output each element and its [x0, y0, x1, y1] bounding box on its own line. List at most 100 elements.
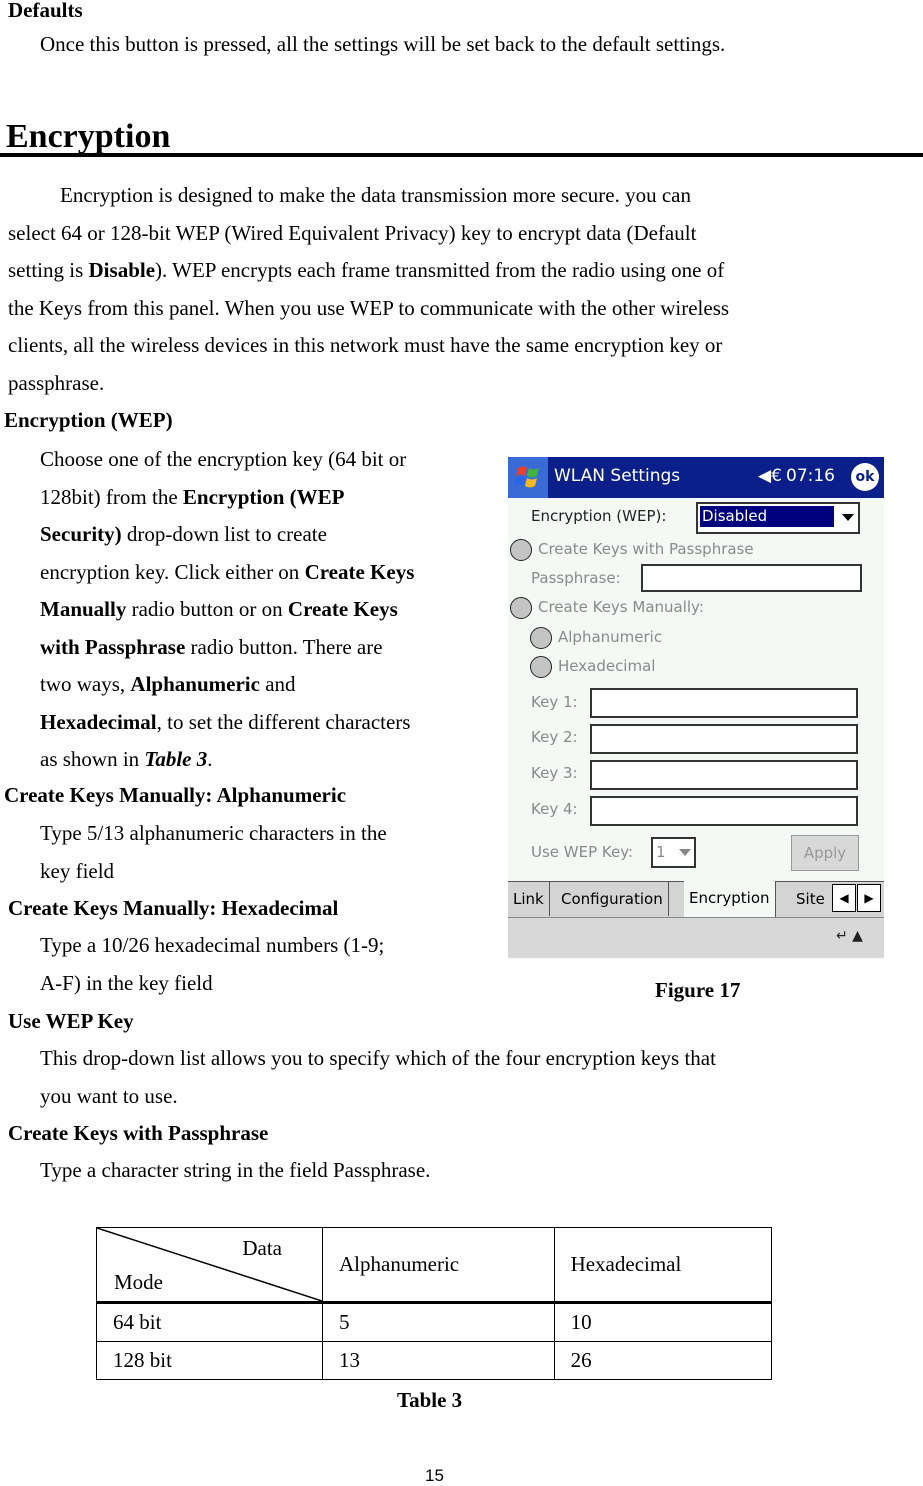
- intro-text: setting is: [8, 258, 89, 282]
- encryption-wep-label: Encryption (WEP):: [531, 507, 667, 525]
- table-reference: Table 3: [144, 747, 208, 771]
- table-header-row: Data Mode Alphanumeric Hexadecimal: [96, 1227, 773, 1304]
- corner-label-data: Data: [242, 1236, 282, 1260]
- title-bar: WLAN Settings ◀€ 07:16 ok: [508, 457, 884, 498]
- wep-line: Security) drop-down list to create: [40, 516, 500, 554]
- section-heading-encryption: Encryption: [6, 118, 171, 155]
- usekey-heading: Use WEP Key: [8, 1009, 134, 1033]
- key-2-input[interactable]: [590, 724, 858, 754]
- wep-description: Choose one of the encryption key (64 bit…: [40, 441, 500, 779]
- bold-text: Create Keys: [304, 559, 415, 584]
- radio-hexadecimal-label: Hexadecimal: [558, 657, 656, 675]
- text: radio button. There are: [185, 634, 383, 659]
- radio-create-keys-manually-label: Create Keys Manually:: [538, 598, 704, 616]
- hex-line: A-F) in the key field: [40, 970, 213, 995]
- tab-encryption[interactable]: Encryption: [684, 881, 776, 917]
- defaults-text: Once this button is pressed, all the set…: [40, 32, 726, 56]
- passphrase-heading: Create Keys with Passphrase: [8, 1121, 269, 1145]
- tab-scroll-left-icon[interactable]: ◀: [832, 884, 856, 912]
- text: as shown in: [40, 747, 145, 771]
- table-row: 64 bit 5 10: [96, 1302, 773, 1342]
- text: two ways,: [40, 672, 131, 696]
- text: , to set the different characters: [156, 709, 411, 734]
- wep-line: with Passphrase radio button. There are: [40, 629, 500, 667]
- hex-line: Type a 10/26 hexadecimal numbers (1-9;: [40, 933, 385, 957]
- clock[interactable]: 07:16: [786, 466, 835, 486]
- key-1-input[interactable]: [590, 688, 858, 718]
- radio-hexadecimal[interactable]: [530, 656, 552, 678]
- key-4-input[interactable]: [590, 796, 858, 826]
- intro-line: setting is Disable). WEP encrypts each f…: [8, 252, 908, 290]
- radio-alphanumeric[interactable]: [530, 627, 552, 649]
- bold-text: with Passphrase: [40, 634, 186, 659]
- wep-line: Manually radio button or on Create Keys: [40, 591, 500, 629]
- hex-description: Type a 10/26 hexadecimal numbers (1-9; A…: [40, 927, 384, 1002]
- tab-scroll-right-icon[interactable]: ▶: [857, 884, 881, 912]
- encryption-wep-value: Disabled: [700, 506, 834, 527]
- text: encryption key. Click either on: [40, 559, 305, 584]
- intro-line: Encryption is designed to make the data …: [60, 183, 691, 207]
- encryption-wep-dropdown[interactable]: Disabled: [696, 502, 860, 534]
- cell-alphanumeric: 5: [322, 1302, 555, 1342]
- table-caption: Table 3: [397, 1388, 463, 1412]
- cell-alphanumeric: 13: [322, 1341, 555, 1380]
- start-button[interactable]: [508, 457, 548, 498]
- ok-button[interactable]: ok: [851, 463, 879, 491]
- tab-bar: Link Configuration Encryption Site ◀ ▶: [508, 881, 884, 918]
- text: drop-down list to create: [121, 522, 327, 546]
- bold-text: Manually: [40, 597, 127, 621]
- bold-text: Encryption (WEP: [182, 484, 345, 509]
- radio-create-keys-passphrase-label: Create Keys with Passphrase: [538, 540, 754, 558]
- usekey-line: you want to use.: [40, 1083, 178, 1108]
- cell-mode: 64 bit: [96, 1302, 323, 1342]
- wep-line: as shown in Table 3.: [40, 741, 500, 779]
- use-wep-key-dropdown[interactable]: 1: [651, 837, 696, 868]
- column-header: Alphanumeric: [322, 1227, 555, 1304]
- defaults-heading: Defaults: [8, 0, 83, 22]
- intro-line: clients, all the wireless devices in thi…: [8, 333, 723, 357]
- passphrase-input[interactable]: [641, 564, 862, 592]
- intro-line: select 64 or 128-bit WEP (Wired Equivale…: [8, 220, 697, 245]
- heading-rule: [0, 153, 923, 157]
- wep-line: encryption key. Click either on Create K…: [40, 554, 500, 592]
- radio-create-keys-manually[interactable]: [510, 597, 532, 619]
- cell-hexadecimal: 26: [553, 1341, 773, 1380]
- page-number: 15: [425, 1466, 444, 1485]
- bold-text: Create Keys: [287, 597, 398, 621]
- menu-bar: ↵ ▲: [508, 917, 884, 958]
- wep-line: Hexadecimal, to set the different charac…: [40, 704, 500, 742]
- tab-configuration[interactable]: Configuration: [556, 882, 669, 916]
- wep-heading: Encryption (WEP): [4, 408, 173, 432]
- wlan-settings-screenshot: WLAN Settings ◀€ 07:16 ok Encryption (WE…: [508, 457, 884, 959]
- cell-mode: 128 bit: [96, 1341, 323, 1380]
- intro-bold-disable: Disable: [88, 258, 156, 282]
- table-row: 128 bit 13 26: [96, 1341, 773, 1380]
- key-1-label: Key 1:: [531, 693, 578, 711]
- figure-caption: Figure 17: [655, 978, 741, 1002]
- bold-text: Alphanumeric: [130, 672, 260, 696]
- usekey-line: This drop-down list allows you to specif…: [40, 1046, 716, 1070]
- wep-line: two ways, Alphanumeric and: [40, 666, 500, 704]
- hex-heading: Create Keys Manually: Hexadecimal: [8, 896, 339, 920]
- key-3-input[interactable]: [590, 760, 858, 790]
- alpha-line: key field: [40, 858, 115, 883]
- alpha-description: Type 5/13 alphanumeric characters in the…: [40, 815, 387, 890]
- alpha-line: Type 5/13 alphanumeric characters in the: [40, 821, 387, 845]
- bold-text: Hexadecimal: [40, 709, 157, 734]
- radio-create-keys-passphrase[interactable]: [510, 539, 532, 561]
- use-wep-key-label: Use WEP Key:: [531, 843, 634, 861]
- table-3: Data Mode Alphanumeric Hexadecimal 64 bi…: [96, 1227, 773, 1380]
- wep-line: Choose one of the encryption key (64 bit…: [40, 447, 407, 471]
- intro-line: the Keys from this panel. When you use W…: [8, 295, 730, 320]
- corner-header-cell: Data Mode: [96, 1227, 323, 1304]
- input-panel-icon[interactable]: ↵ ▲: [836, 928, 863, 944]
- chevron-down-icon: [679, 849, 691, 856]
- tab-link[interactable]: Link: [508, 882, 550, 916]
- text: 128bit) from the: [40, 484, 183, 509]
- tab-site[interactable]: Site: [791, 882, 830, 916]
- bold-text: Security): [40, 522, 122, 546]
- speaker-icon[interactable]: ◀€: [758, 466, 782, 486]
- apply-button[interactable]: Apply: [791, 835, 859, 871]
- column-header: Hexadecimal: [553, 1227, 773, 1304]
- windows-flag-icon: [514, 466, 539, 488]
